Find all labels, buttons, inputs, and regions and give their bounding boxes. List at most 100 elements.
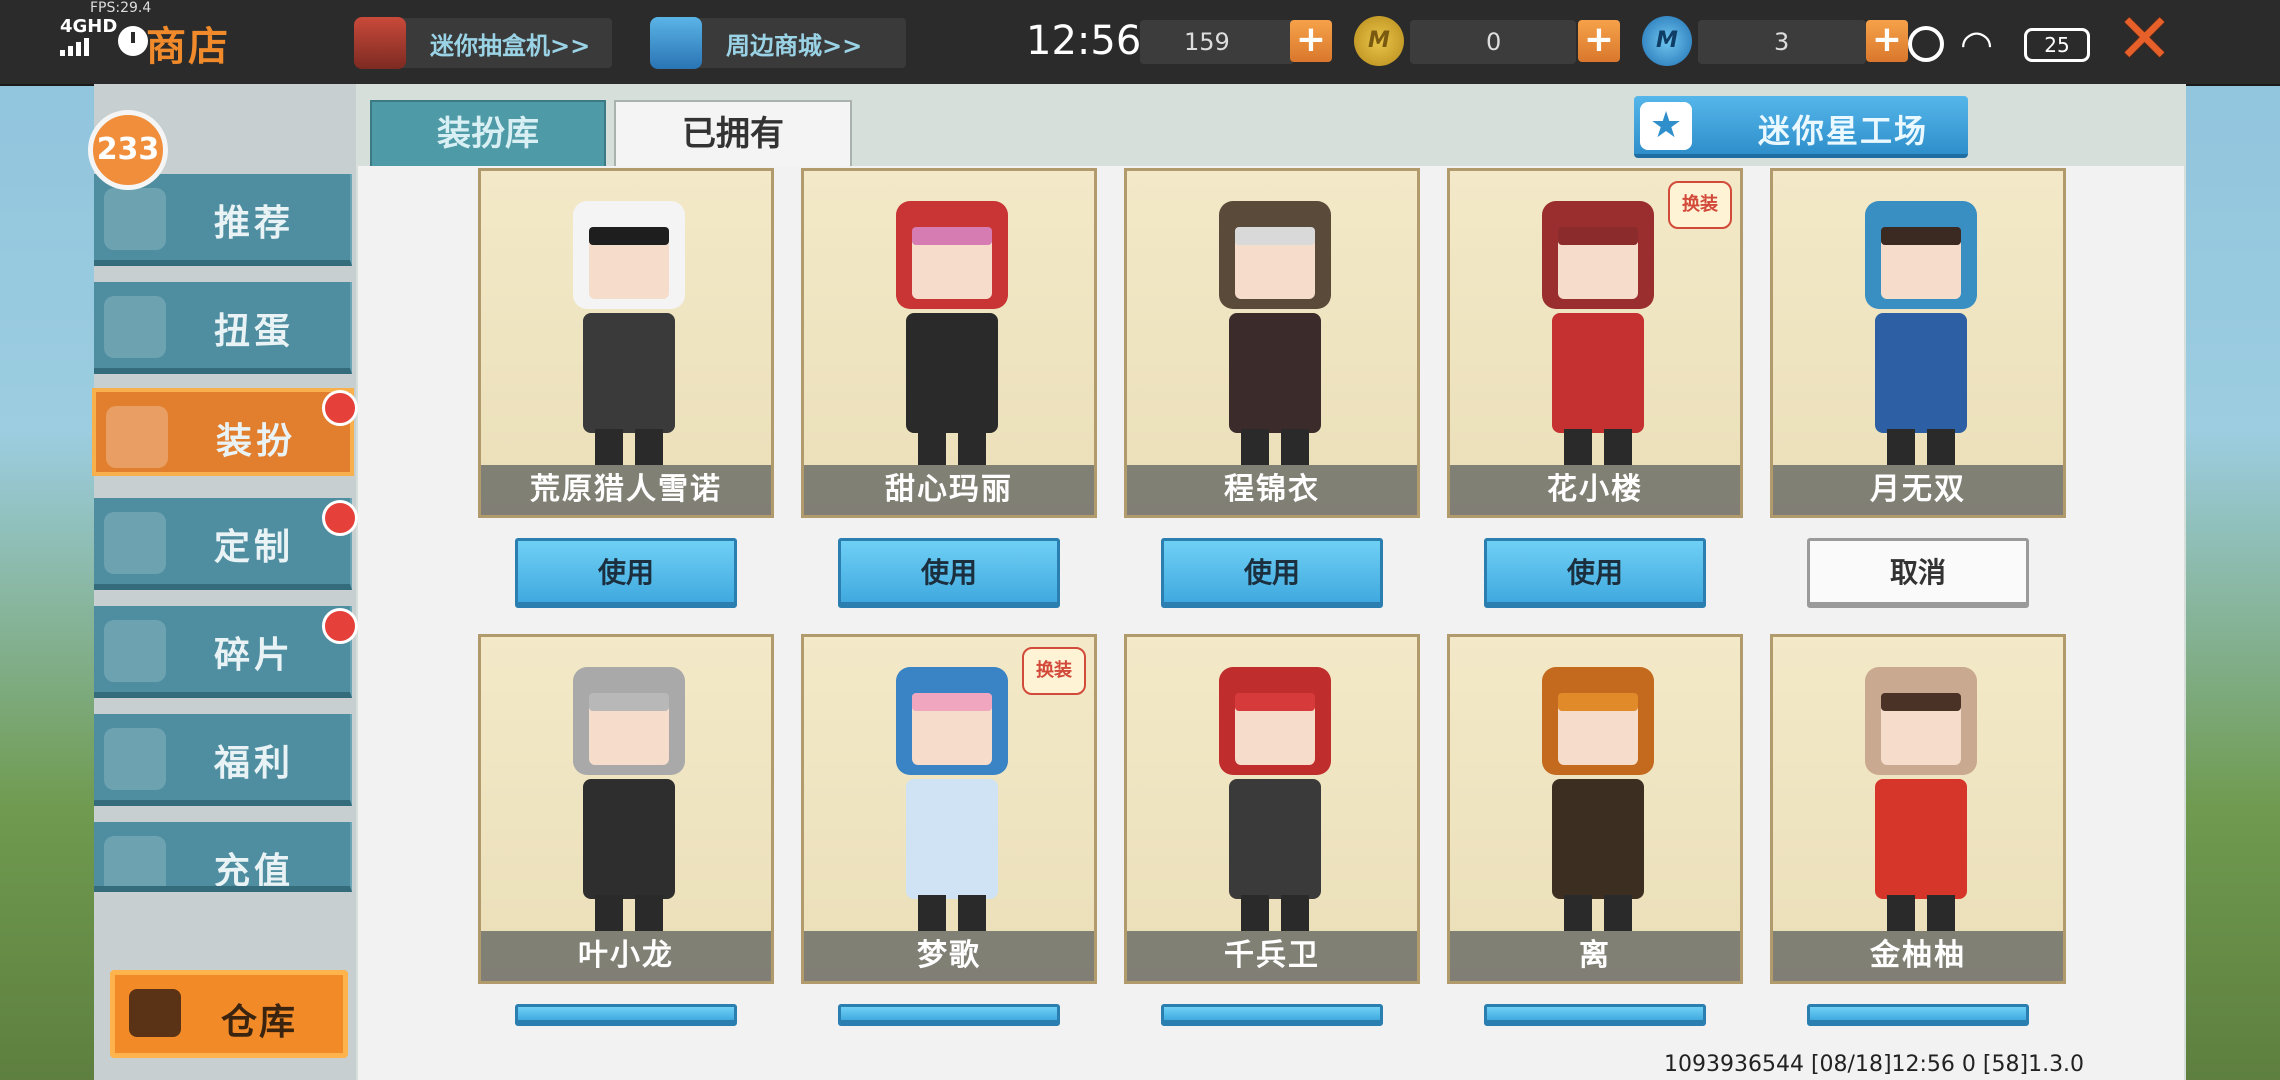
skin-name: 月无双 [1773,465,2063,515]
sidebar-item-custom[interactable]: 定制 [94,498,352,590]
use-button[interactable]: 使用 [838,538,1060,608]
merch-store-link[interactable]: 周边商城>> [650,17,906,69]
use-button[interactable] [1161,1004,1383,1026]
gacha-machine-label: 迷你抽盒机>> [430,31,591,60]
wifi-icon: ◠ [1960,22,1994,66]
clock-time: 12:56 [1026,18,1142,64]
use-button[interactable]: 使用 [1484,538,1706,608]
skin-card[interactable]: 月无双 [1770,168,2066,518]
skin-card[interactable]: 换装花小楼 [1447,168,1743,518]
currency-gold: 0 [1410,20,1576,64]
skin-card[interactable]: 程锦衣 [1124,168,1420,518]
sidebar-item-gacha[interactable]: 扭蛋 [94,282,352,374]
character-figure [1201,667,1349,931]
skin-card[interactable]: 离 [1447,634,1743,984]
use-button[interactable] [515,1004,737,1026]
skin-card[interactable]: 换装 梦歌 [801,634,1097,984]
sidebar-item-fragments[interactable]: 碎片 [94,606,352,698]
skin-name: 甜心玛丽 [804,465,1094,515]
character-figure [1847,667,1995,931]
skin-card[interactable]: 千兵卫 [1124,634,1420,984]
coins-icon [104,836,166,886]
use-button[interactable]: 使用 [515,538,737,608]
sidebar-item-outfit[interactable]: 装扮 [92,388,354,476]
currency-blue-value: 3 [1774,28,1790,56]
tab-wardrobe[interactable]: 装扮库 [370,100,606,170]
character-figure [555,667,703,931]
add-gold-button[interactable]: + [1578,20,1620,62]
clock-icon [118,26,148,56]
character-figure [878,201,1026,465]
gacha-machine-link[interactable]: 迷你抽盒机>> [354,17,612,69]
sidebar-item-recharge[interactable]: 充值 [94,822,352,892]
use-button[interactable] [838,1004,1060,1026]
close-icon[interactable]: ✕ [2116,6,2173,74]
sidebar-item-label: 福利 [214,743,295,784]
use-button[interactable]: 使用 [1161,538,1383,608]
network-type: 4GHD [60,16,118,37]
outfit-change-icon: 换装 [1668,181,1732,229]
gold-coin-icon: M [1354,16,1404,66]
sidebar-item-label: 定制 [214,527,295,568]
skin-card[interactable]: 甜心玛丽 [801,168,1097,518]
sidebar-item-label: 推荐 [214,203,295,244]
skin-name: 荒原猎人雪诺 [481,465,771,515]
skin-card[interactable]: 荒原猎人雪诺 [478,168,774,518]
sidebar-item-label: 碎片 [214,635,295,676]
currency-gold-value: 0 [1486,28,1502,56]
skin-card[interactable]: 叶小龙 [478,634,774,984]
top-bar: FPS:29.4 4GHD 商店 迷你抽盒机>> 周边商城>> 12:56 15… [0,0,2280,86]
thumbs-up-icon [104,188,166,250]
skin-card[interactable]: 金柚柚 [1770,634,2066,984]
skin-name: 离 [1450,931,1740,981]
outfit-change-icon: 换装 [1022,647,1086,695]
shop-title: 商店 [146,24,230,70]
star-icon: ★ [1640,102,1692,150]
count-badge: 233 [88,110,168,190]
add-blue-button[interactable]: + [1866,20,1908,62]
character-figure [1524,667,1672,931]
notification-dot [322,390,358,426]
shop-panel: 推荐 扭蛋 装扮 定制 碎片 福利 充值 233 仓库 装扮库 已拥有 ★ 迷你… [88,84,2186,1080]
footer-info: 1093936544 [08/18]12:56 0 [58]1.3.0 [1664,1052,2085,1077]
mini-star-workshop-button[interactable]: ★ 迷你星工场 [1634,96,1968,158]
sidebar: 推荐 扭蛋 装扮 定制 碎片 福利 充值 233 仓库 [88,84,358,1080]
use-button[interactable] [1484,1004,1706,1026]
warehouse-button[interactable]: 仓库 [110,970,348,1058]
warehouse-label: 仓库 [221,1002,298,1043]
skin-name: 叶小龙 [481,931,771,981]
shirt-icon [106,406,168,468]
currency-blue: 3 [1698,20,1866,64]
chest-icon [129,989,181,1037]
use-button[interactable] [1807,1004,2029,1026]
skin-grid: 荒原猎人雪诺 使用 甜心玛丽 使用 程锦衣 使用 换装 花小楼 使用 月无双 取消 叶小龙 换装 梦歌 千兵… [358,166,2184,1080]
cancel-button[interactable]: 取消 [1807,538,2029,608]
sidebar-item-label: 扭蛋 [214,311,295,352]
signal-icon: 4GHD [60,18,117,56]
notification-dot [322,608,358,644]
sidebar-item-welfare[interactable]: 福利 [94,714,352,806]
character-figure [1524,201,1672,465]
character-figure [878,667,1026,931]
tv-icon [354,17,406,69]
capsule-icon [104,296,166,358]
merch-store-label: 周边商城>> [726,31,863,60]
gift-icon [104,728,166,790]
character-figure [1847,201,1995,465]
character-figure [1201,201,1349,465]
notification-dot [322,500,358,536]
skin-name: 金柚柚 [1773,931,2063,981]
skin-name: 程锦衣 [1127,465,1417,515]
add-gem-button[interactable]: + [1290,20,1332,62]
pencil-icon [104,512,166,574]
sidebar-item-label: 装扮 [216,421,297,462]
puzzle-icon [104,620,166,682]
currency-gem-value: 159 [1184,28,1230,56]
skin-name: 花小楼 [1450,465,1740,515]
alarm-icon [1908,26,1944,62]
skin-name: 千兵卫 [1127,931,1417,981]
shopping-bag-icon [650,17,702,69]
battery-icon: 25 [2024,28,2090,62]
mini-star-workshop-label: 迷你星工场 [1758,112,1929,150]
tab-owned[interactable]: 已拥有 [614,100,852,170]
